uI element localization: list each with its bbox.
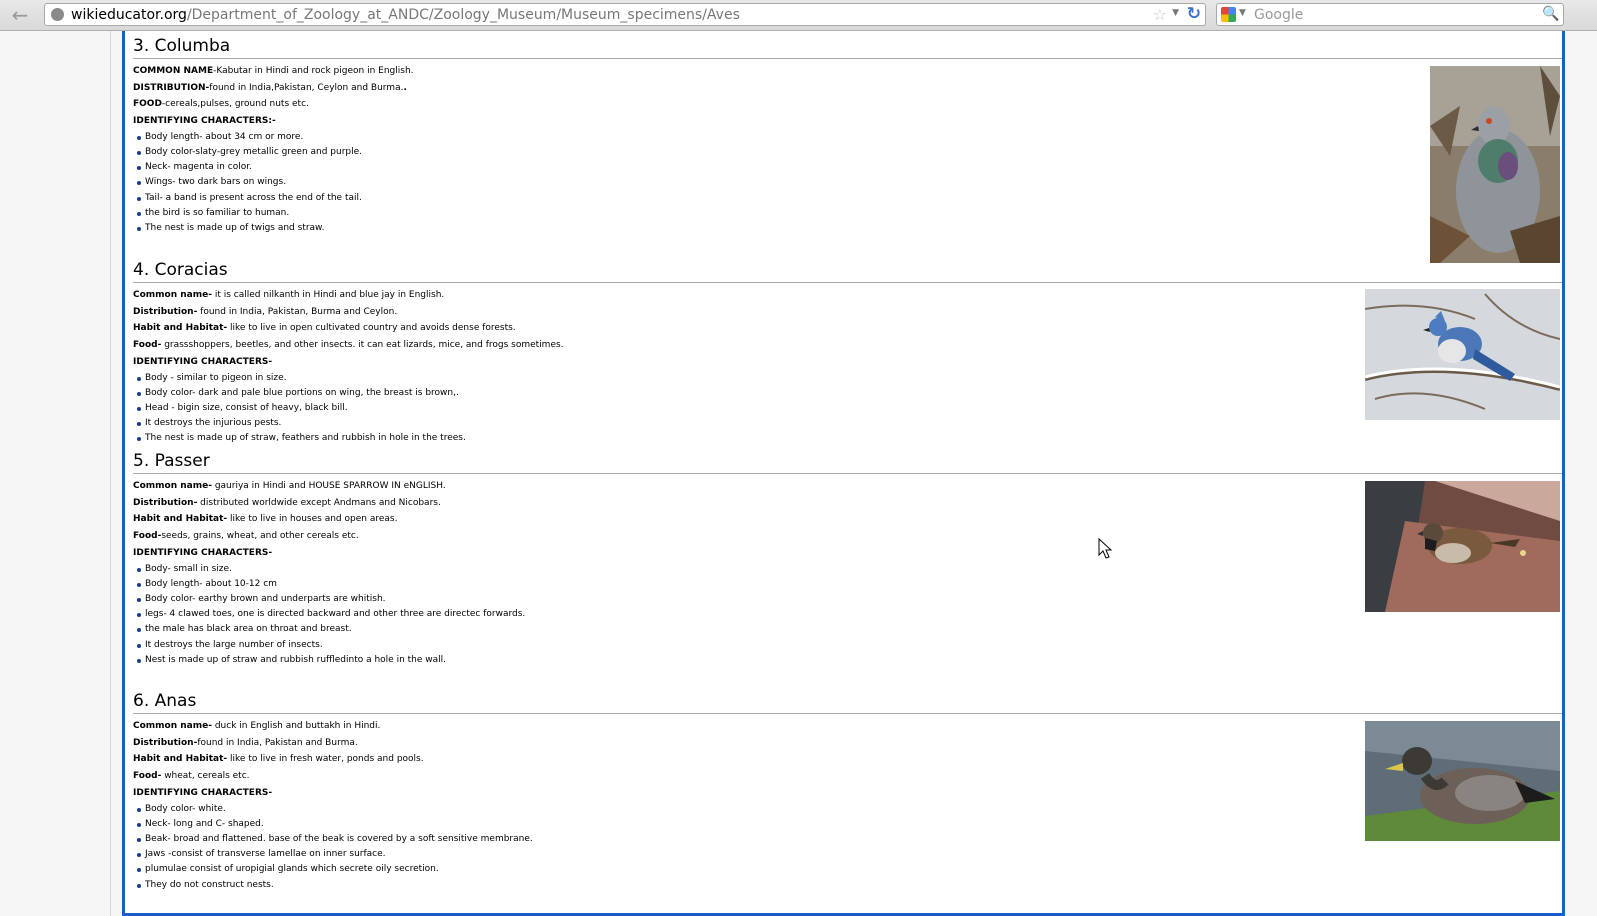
characters-list: Body color- white. Neck- long and C- sha… xyxy=(133,802,933,893)
section-heading: 3. Columba xyxy=(133,34,1562,59)
list-item: They do not construct nests. xyxy=(133,878,933,893)
field-identifying: IDENTIFYING CHARACTERS- xyxy=(133,356,273,367)
list-item: Body- small in size. xyxy=(133,562,933,577)
field-food: FOOD-cereals,pulses, ground nuts etc. xyxy=(133,99,309,110)
characters-list: Body length- about 34 cm or more. Body c… xyxy=(133,130,933,236)
back-arrow-icon[interactable]: ← xyxy=(8,4,32,26)
list-item: Wings- two dark bars on wings. xyxy=(133,175,933,190)
duck-photo[interactable] xyxy=(1365,721,1560,841)
page-sidebar xyxy=(0,31,111,916)
field-distribution: Distribution- distributed worldwide exce… xyxy=(133,497,441,508)
list-item: Nest is made up of straw and rubbish ruf… xyxy=(133,653,933,668)
field-distribution: DISTRIBUTION-found in India,Pakistan, Ce… xyxy=(133,82,407,93)
list-item: the male has black area on throat and br… xyxy=(133,622,933,637)
section-fields: Common name- gauriya in Hindi and HOUSE … xyxy=(133,478,933,668)
chevron-down-icon[interactable]: ▼ xyxy=(1172,8,1179,18)
field-common-name: Common name- it is called nilkanth in Hi… xyxy=(133,290,445,300)
mouse-pointer-icon xyxy=(1098,538,1113,559)
field-identifying: IDENTIFYING CHARACTERS- xyxy=(133,547,273,558)
magnifier-icon[interactable]: 🔍 xyxy=(1542,5,1560,23)
section-fields: Common name- duck in English and buttakh… xyxy=(133,718,933,893)
list-item: Neck- magenta in color. xyxy=(133,160,933,175)
search-bar[interactable]: ▼ Google 🔍 xyxy=(1216,3,1564,26)
field-habitat: Habit and Habitat- like to live in open … xyxy=(133,323,516,334)
field-common-name: Common name- duck in English and buttakh… xyxy=(133,721,381,731)
field-distribution: Distribution-found in India, Pakistan an… xyxy=(133,737,358,748)
section-fields: Common name- it is called nilkanth in Hi… xyxy=(133,287,933,447)
chevron-down-icon[interactable]: ▼ xyxy=(1239,8,1246,18)
google-logo-icon[interactable] xyxy=(1221,7,1236,22)
globe-icon xyxy=(51,8,64,21)
field-habitat: Habit and Habitat- like to live in house… xyxy=(133,514,398,525)
list-item: Jaws -consist of transverse lamellae on … xyxy=(133,847,933,862)
section-heading: 6. Anas xyxy=(133,689,1562,714)
search-input[interactable]: Google xyxy=(1254,6,1303,24)
reload-icon[interactable]: ↻ xyxy=(1187,4,1201,24)
field-food: Food- wheat, cereals etc. xyxy=(133,771,250,782)
list-item: plumulae consist of uropigial glands whi… xyxy=(133,862,933,877)
list-item: The nest is made up of straw, feathers a… xyxy=(133,431,933,446)
field-common-name: COMMON NAME-Kabutar in Hindi and rock pi… xyxy=(133,66,414,76)
field-food: Food- grassshoppers, beetles, and other … xyxy=(133,340,564,351)
field-common-name: Common name- gauriya in Hindi and HOUSE … xyxy=(133,481,446,491)
field-identifying: IDENTIFYING CHARACTERS- xyxy=(133,787,273,798)
list-item: Body color- white. xyxy=(133,802,933,817)
sparrow-photo[interactable] xyxy=(1365,481,1560,612)
list-item: Tail- a band is present across the end o… xyxy=(133,191,933,206)
list-item: the bird is so familiar to human. xyxy=(133,206,933,221)
list-item: Body length- about 34 cm or more. xyxy=(133,130,933,145)
field-distribution: Distribution- found in India, Pakistan, … xyxy=(133,306,398,317)
article-content: 3. Columba COMMON NAME-Kabutar in Hindi … xyxy=(122,31,1565,916)
list-item: Body color- dark and pale blue portions … xyxy=(133,386,933,401)
list-item: It destroys the large number of insects. xyxy=(133,638,933,653)
url-path: /Department_of_Zoology_at_ANDC/Zoology_M… xyxy=(186,7,740,23)
url-text: wikieducator.org/Department_of_Zoology_a… xyxy=(71,6,740,24)
field-habitat: Habit and Habitat- like to live in fresh… xyxy=(133,754,424,765)
section-heading: 5. Passer xyxy=(133,449,1562,474)
list-item: Head - bigin size, consist of heavy, bla… xyxy=(133,401,933,416)
list-item: Beak- broad and flattened. base of the b… xyxy=(133,832,933,847)
field-food: Food-seeds, grains, wheat, and other cer… xyxy=(133,531,359,542)
list-item: It destroys the injurious pests. xyxy=(133,416,933,431)
list-item: legs- 4 clawed toes, one is directed bac… xyxy=(133,607,933,622)
browser-toolbar: ← wikieducator.org/Department_of_Zoology… xyxy=(0,0,1597,31)
list-item: Neck- long and C- shaped. xyxy=(133,817,933,832)
characters-list: Body - similar to pigeon in size. Body c… xyxy=(133,371,933,447)
pigeon-photo[interactable] xyxy=(1430,66,1560,263)
section-fields: COMMON NAME-Kabutar in Hindi and rock pi… xyxy=(133,63,933,236)
list-item: Body color- earthy brown and underparts … xyxy=(133,592,933,607)
field-identifying: IDENTIFYING CHARACTERS:- xyxy=(133,116,276,127)
url-domain: wikieducator.org xyxy=(71,7,187,23)
address-bar[interactable]: wikieducator.org/Department_of_Zoology_a… xyxy=(44,3,1206,26)
list-item: Body color-slaty-grey metallic green and… xyxy=(133,145,933,160)
list-item: The nest is made up of twigs and straw. xyxy=(133,221,933,236)
list-item: Body - similar to pigeon in size. xyxy=(133,371,933,386)
list-item: Body length- about 10-12 cm xyxy=(133,577,933,592)
blue-jay-photo[interactable] xyxy=(1365,289,1560,420)
section-heading: 4. Coracias xyxy=(133,258,1562,283)
star-icon[interactable]: ☆ xyxy=(1153,5,1167,24)
characters-list: Body- small in size. Body length- about … xyxy=(133,562,933,668)
